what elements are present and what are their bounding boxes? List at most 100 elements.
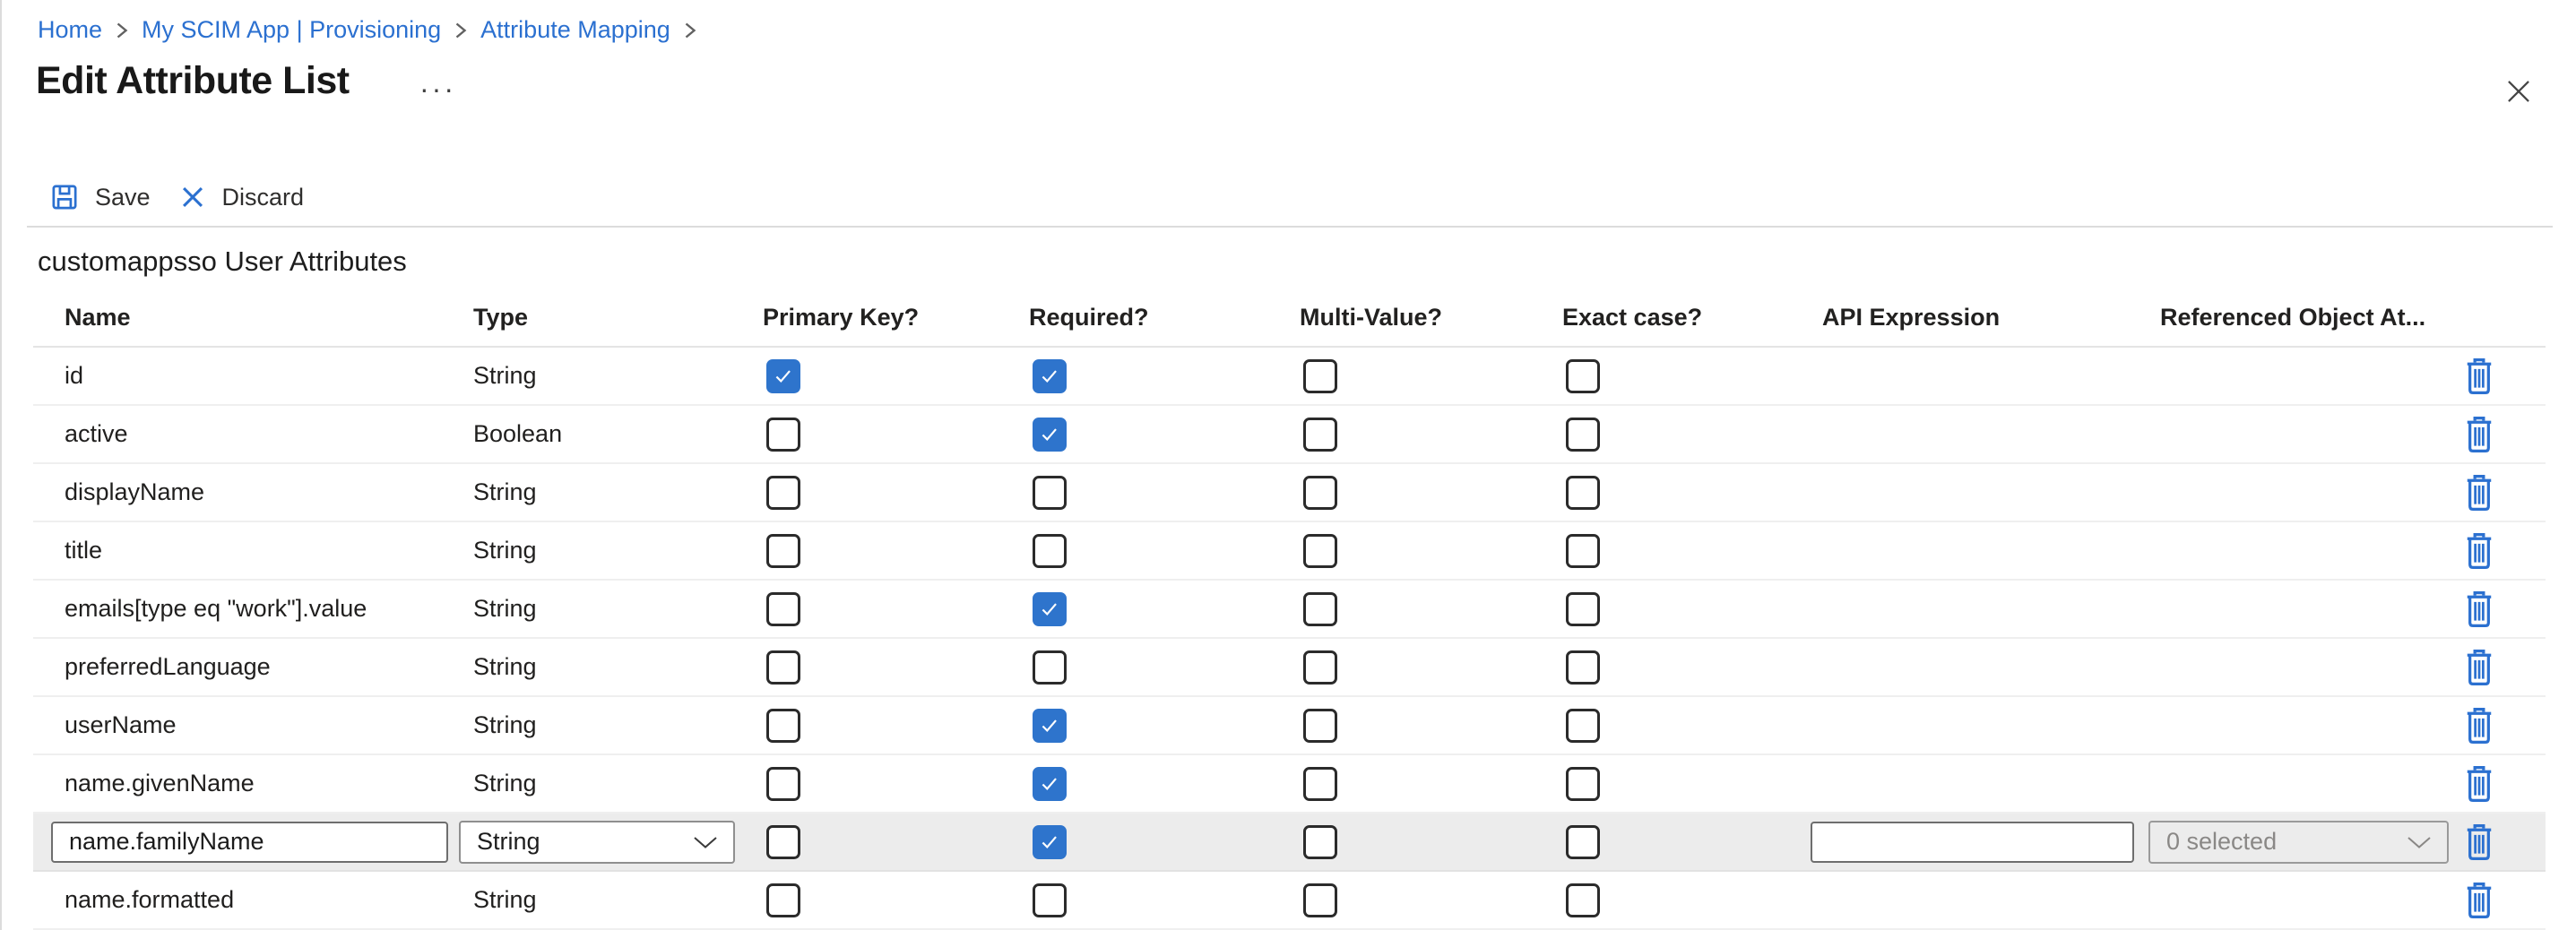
referenced-object-select[interactable]: 0 selected — [2148, 821, 2449, 864]
chevron-down-icon — [2406, 834, 2433, 850]
required-checkbox[interactable] — [1033, 418, 1067, 452]
exact-case-checkbox[interactable] — [1566, 825, 1600, 859]
exact-case-checkbox[interactable] — [1566, 418, 1600, 452]
discard-icon — [177, 182, 208, 212]
check-icon — [1038, 831, 1061, 854]
delete-attribute-button[interactable] — [2463, 649, 2495, 686]
check-icon — [1038, 598, 1061, 621]
referenced-object-select-value: 0 selected — [2166, 828, 2277, 856]
delete-attribute-button[interactable] — [2463, 474, 2495, 512]
attribute-name: name.formatted — [65, 886, 473, 914]
exact-case-checkbox[interactable] — [1566, 476, 1600, 510]
attribute-type: Boolean — [473, 420, 763, 448]
primary-key-checkbox[interactable] — [766, 825, 800, 859]
save-icon — [48, 181, 81, 213]
delete-attribute-button[interactable] — [2463, 882, 2495, 919]
exact-case-checkbox[interactable] — [1566, 359, 1600, 393]
breadcrumb-attribute-mapping[interactable]: Attribute Mapping — [480, 14, 670, 45]
primary-key-checkbox[interactable] — [766, 534, 800, 568]
trash-icon — [2463, 532, 2495, 570]
delete-attribute-button[interactable] — [2463, 590, 2495, 628]
multi-value-checkbox[interactable] — [1303, 650, 1337, 685]
table-row: emails[type eq "work"].value String — [33, 581, 2546, 639]
multi-value-checkbox[interactable] — [1303, 767, 1337, 801]
name-input[interactable] — [51, 822, 448, 863]
multi-value-checkbox[interactable] — [1303, 418, 1337, 452]
primary-key-checkbox[interactable] — [766, 359, 800, 393]
close-button[interactable] — [2499, 72, 2538, 111]
attribute-table: Name Type Primary Key? Required? Multi-V… — [33, 288, 2546, 930]
check-icon — [1038, 772, 1061, 796]
primary-key-checkbox[interactable] — [766, 592, 800, 626]
table-row: preferredLanguage String — [33, 639, 2546, 697]
primary-key-checkbox[interactable] — [766, 767, 800, 801]
delete-attribute-button[interactable] — [2463, 707, 2495, 745]
attribute-type: String — [473, 537, 763, 564]
primary-key-checkbox[interactable] — [766, 709, 800, 743]
required-checkbox[interactable] — [1033, 650, 1067, 685]
breadcrumb-home[interactable]: Home — [38, 14, 102, 45]
table-row-editing: String 0 selected — [33, 814, 2546, 872]
chevron-right-icon — [452, 18, 470, 41]
column-header-required: Required? — [1029, 304, 1300, 332]
delete-attribute-button[interactable] — [2463, 823, 2495, 861]
attribute-name: displayName — [65, 478, 473, 506]
check-icon — [772, 365, 795, 388]
delete-attribute-button[interactable] — [2463, 765, 2495, 803]
attribute-type: String — [473, 886, 763, 914]
exact-case-checkbox[interactable] — [1566, 709, 1600, 743]
multi-value-checkbox[interactable] — [1303, 534, 1337, 568]
delete-attribute-button[interactable] — [2463, 357, 2495, 395]
attribute-type: String — [473, 595, 763, 623]
attribute-name: id — [65, 362, 473, 390]
exact-case-checkbox[interactable] — [1566, 592, 1600, 626]
required-checkbox[interactable] — [1033, 883, 1067, 917]
required-checkbox[interactable] — [1033, 592, 1067, 626]
edit-attribute-list-blade: Home My SCIM App | Provisioning Attribut… — [0, 0, 2576, 930]
attribute-table-body: id String active Boolean — [33, 348, 2546, 930]
discard-button[interactable]: Discard — [177, 182, 305, 212]
toolbar-divider — [27, 226, 2553, 228]
table-row: id String — [33, 348, 2546, 406]
more-options-button[interactable]: ··· — [414, 72, 462, 107]
delete-attribute-button[interactable] — [2463, 532, 2495, 570]
required-checkbox[interactable] — [1033, 476, 1067, 510]
breadcrumb-scim-app-provisioning[interactable]: My SCIM App | Provisioning — [142, 14, 441, 45]
column-header-primary-key: Primary Key? — [763, 304, 1029, 332]
attribute-name: userName — [65, 711, 473, 739]
exact-case-checkbox[interactable] — [1566, 650, 1600, 685]
check-icon — [1038, 423, 1061, 446]
trash-icon — [2463, 649, 2495, 686]
check-icon — [1038, 714, 1061, 737]
attribute-type: String — [473, 362, 763, 390]
primary-key-checkbox[interactable] — [766, 650, 800, 685]
required-checkbox[interactable] — [1033, 767, 1067, 801]
page-title: Edit Attribute List — [36, 59, 350, 103]
attribute-name: title — [65, 537, 473, 564]
discard-label: Discard — [222, 184, 305, 211]
exact-case-checkbox[interactable] — [1566, 534, 1600, 568]
multi-value-checkbox[interactable] — [1303, 825, 1337, 859]
required-checkbox[interactable] — [1033, 359, 1067, 393]
primary-key-checkbox[interactable] — [766, 883, 800, 917]
attribute-name: preferredLanguage — [65, 653, 473, 681]
multi-value-checkbox[interactable] — [1303, 476, 1337, 510]
exact-case-checkbox[interactable] — [1566, 767, 1600, 801]
required-checkbox[interactable] — [1033, 534, 1067, 568]
multi-value-checkbox[interactable] — [1303, 709, 1337, 743]
delete-attribute-button[interactable] — [2463, 416, 2495, 453]
primary-key-checkbox[interactable] — [766, 476, 800, 510]
required-checkbox[interactable] — [1033, 709, 1067, 743]
save-button[interactable]: Save — [48, 181, 151, 213]
required-checkbox[interactable] — [1033, 825, 1067, 859]
column-header-type: Type — [473, 304, 763, 332]
multi-value-checkbox[interactable] — [1303, 359, 1337, 393]
primary-key-checkbox[interactable] — [766, 418, 800, 452]
table-row: userName String — [33, 697, 2546, 755]
exact-case-checkbox[interactable] — [1566, 883, 1600, 917]
type-select[interactable]: String — [459, 821, 735, 864]
chevron-right-icon — [113, 18, 131, 41]
multi-value-checkbox[interactable] — [1303, 883, 1337, 917]
api-expression-input[interactable] — [1811, 822, 2134, 863]
multi-value-checkbox[interactable] — [1303, 592, 1337, 626]
